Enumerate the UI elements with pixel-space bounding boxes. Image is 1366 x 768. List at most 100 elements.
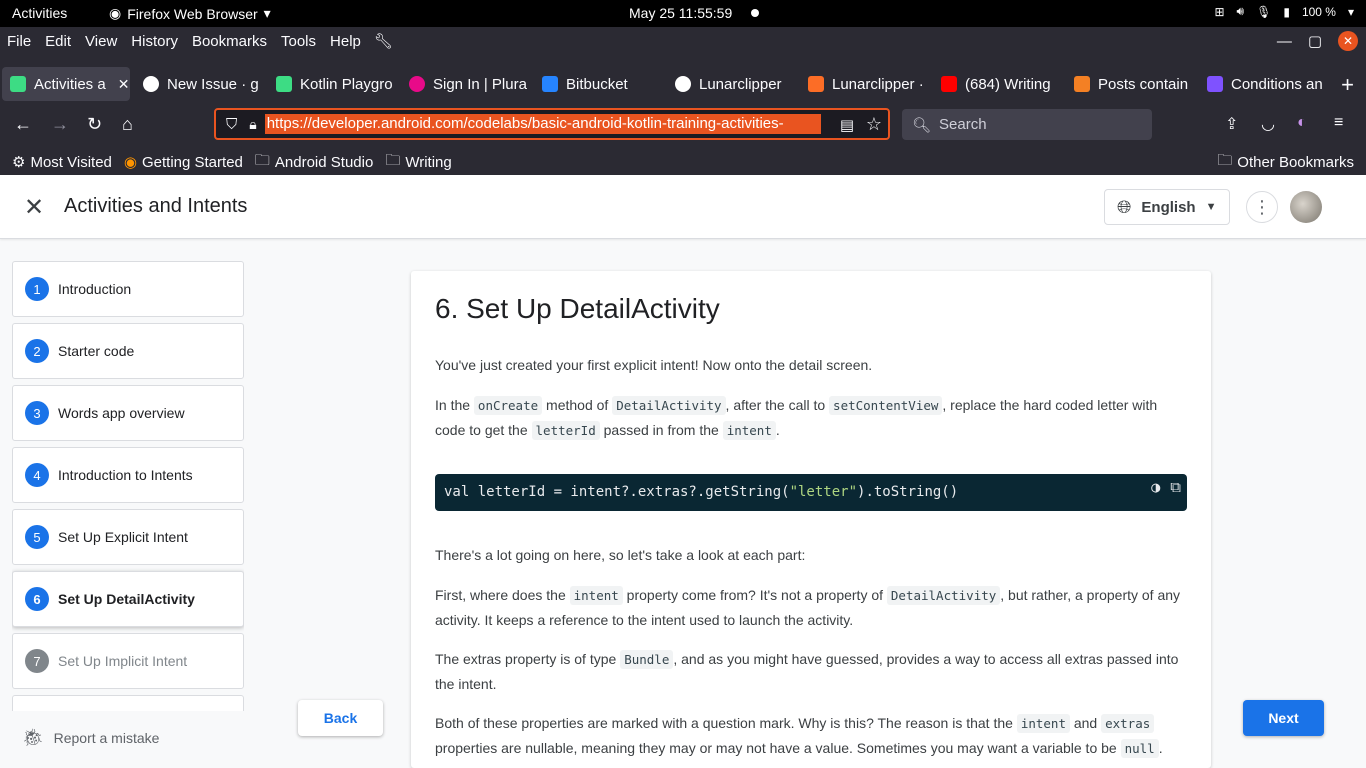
firefox-icon: ◉ [123,154,137,171]
step-item-1[interactable]: 1 Introduction [12,261,244,317]
url-text[interactable]: https://developer.android.com/codelabs/b… [264,114,821,134]
tab-youtube-writing[interactable]: (684) Writing [933,67,1061,101]
paragraph-oncreate: In the onCreate method of DetailActivity… [435,393,1187,443]
bookmark-label: Android Studio [274,153,374,171]
activities-button[interactable]: Activities [12,5,67,21]
text: passed in from the [599,422,723,438]
step-number: 7 [25,649,49,673]
step-label: Starter code [58,343,135,359]
back-button[interactable]: Back [298,700,383,736]
bookmarks-toolbar: ⚙ Most Visited ◉ Getting Started 🗀 Andro… [0,149,1366,175]
menu-file[interactable]: File [0,33,38,50]
globe-icon: 🌐︎ [1117,196,1132,217]
menu-help[interactable]: Help [323,33,368,50]
text: The extras property is of type [435,651,621,667]
step-number: 2 [25,339,49,363]
back-arrow-icon[interactable]: ← [14,114,32,135]
tab-posts-contain[interactable]: Posts contain [1066,67,1194,101]
close-tab-icon[interactable]: ✕ [118,76,130,93]
menu-tools[interactable]: Tools [274,33,323,50]
inline-code: intent [722,421,776,440]
code-block[interactable]: val letterId = intent?.extras?.getString… [435,474,1187,511]
menu-history[interactable]: History [124,33,185,50]
browser-chrome: File Edit View History Bookmarks Tools H… [0,27,1366,175]
menu-bookmarks[interactable]: Bookmarks [185,33,274,50]
pocket-icon[interactable]: ◡ [1261,114,1275,134]
pocket-save-icon[interactable]: ⇪ [1225,114,1238,134]
close-icon[interactable]: ✕ [24,193,44,222]
tracking-protection-shield-icon[interactable]: ⛉ [226,116,237,133]
hamburger-menu-icon[interactable]: ≡ [1334,114,1343,132]
page-title: Activities and Intents [64,195,248,217]
new-tab-button[interactable]: + [1341,72,1354,98]
extension-icon[interactable]: ◐ [1297,114,1307,132]
step-item-2[interactable]: 2 Starter code [12,323,244,379]
tab-lunarclipper-github[interactable]: Lunarclipper [667,67,795,101]
bookmark-star-icon[interactable]: ☆ [866,114,882,135]
menu-edit[interactable]: Edit [38,33,78,50]
pluralsight-icon [409,76,425,92]
maximize-button[interactable]: ▢ [1308,32,1322,50]
tab-bitbucket[interactable]: Bitbucket [534,67,662,101]
system-top-bar: Activities ◉ Firefox Web Browser ▾ May 2… [0,0,1366,27]
code-tools: ◑ ⧉ [1151,478,1181,496]
bookmark-folder-writing[interactable]: 🗀 Writing [379,150,457,175]
bug-icon: 🐞︎ [22,728,44,747]
step-item-6[interactable]: 6 Set Up DetailActivity [12,571,244,627]
tab-conditions[interactable]: Conditions an [1199,67,1327,101]
wrench-icon[interactable]: 🔧︎ [374,32,393,50]
tab-activities-and-intents[interactable]: Activities a ✕ [2,67,130,101]
reader-view-icon[interactable]: ▤ [840,116,854,134]
minimize-button[interactable]: — [1277,33,1292,50]
tab-label: Lunarclipper · [832,75,924,93]
step-item-5[interactable]: 5 Set Up Explicit Intent [12,509,244,565]
system-tray[interactable]: ⊞ 🔊︎ 🎙︎ ▮ 100 % ▾ [1214,4,1354,19]
bookmark-folder-other[interactable]: 🗀 Other Bookmarks [1211,150,1360,175]
android-icon [10,76,26,92]
report-mistake-link[interactable]: 🐞︎ Report a mistake [22,728,159,748]
tab-kotlin-playground[interactable]: Kotlin Playgro [268,67,396,101]
clock[interactable]: May 25 11:55:59 [629,5,732,21]
step-number: 5 [25,525,49,549]
paragraph-nullable: Both of these properties are marked with… [435,711,1187,768]
inline-code: intent [569,586,623,605]
step-item-3[interactable]: 3 Words app overview [12,385,244,441]
app-menu[interactable]: ◉ Firefox Web Browser ▾ [109,5,271,22]
text: First, where does the [435,587,570,603]
reload-icon[interactable]: ↻ [87,114,102,135]
step-item-8[interactable] [12,695,244,711]
theme-toggle-icon[interactable]: ◑ [1151,478,1160,496]
more-options-button[interactable]: ⋮ [1246,191,1278,223]
steps-list: 1 Introduction 2 Starter code 3 Words ap… [12,261,244,711]
bookmark-most-visited[interactable]: ⚙ Most Visited [6,153,118,172]
inline-code: intent [1016,714,1070,733]
app-name: Firefox Web Browser [127,5,258,22]
bookmark-getting-started[interactable]: ◉ Getting Started [118,153,249,172]
tab-pluralsight[interactable]: Sign In | Plura [401,67,529,101]
avatar[interactable] [1290,191,1322,223]
search-bar[interactable]: 🔍︎ Search [902,109,1152,140]
step-item-7[interactable]: 7 Set Up Implicit Intent [12,633,244,689]
navigation-toolbar: ← → ↻ ⌂ ⛉ 🔒︎ https://developer.android.c… [0,106,1366,144]
tab-new-issue[interactable]: New Issue · g [135,67,263,101]
forward-arrow-icon[interactable]: → [51,114,69,135]
copy-icon[interactable]: ⧉ [1170,478,1181,496]
home-icon[interactable]: ⌂ [122,114,133,135]
language-selector[interactable]: 🌐︎ English ▼ [1104,189,1230,225]
text: property come from? It's not a property … [622,587,887,603]
tab-bar: Activities a ✕ New Issue · g Kotlin Play… [0,67,1366,101]
close-window-button[interactable]: ✕ [1338,31,1358,51]
tab-lunarclipper-gitlab[interactable]: Lunarclipper · [800,67,928,101]
stackoverflow-icon [1074,76,1090,92]
step-item-4[interactable]: 4 Introduction to Intents [12,447,244,503]
github-icon [675,76,691,92]
bookmark-folder-android-studio[interactable]: 🗀 Android Studio [249,150,379,175]
folder-icon: 🗀 [1217,151,1233,169]
menu-view[interactable]: View [78,33,124,50]
github-icon [143,76,159,92]
bookmark-label: Other Bookmarks [1237,153,1354,171]
next-button[interactable]: Next [1243,700,1324,736]
network-icon: ⊞ [1214,4,1225,19]
url-bar[interactable]: ⛉ 🔒︎ https://developer.android.com/codel… [214,108,890,140]
lock-icon[interactable]: 🔒︎ [249,116,256,133]
